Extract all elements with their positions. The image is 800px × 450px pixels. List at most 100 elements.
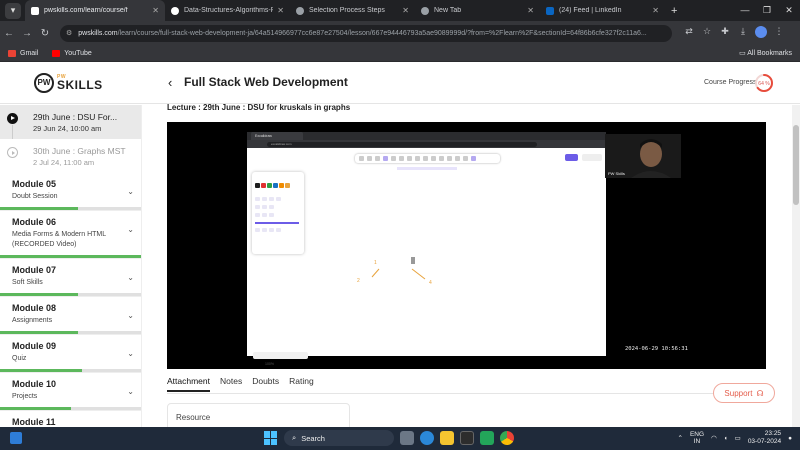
bookmark-youtube[interactable]: YouTube: [52, 49, 92, 57]
edge-icon[interactable]: [420, 431, 434, 445]
app-icon[interactable]: [480, 431, 494, 445]
inner-url: excalidraw.com: [267, 141, 537, 147]
bookmarks-bar: Gmail YouTube ▭ All Bookmarks: [0, 45, 800, 62]
module-title: Module 10: [12, 379, 57, 389]
tab-notes[interactable]: Notes: [220, 376, 242, 392]
module-item[interactable]: Module 08 Assignments ⌄: [0, 297, 141, 335]
battery-icon[interactable]: ▭: [735, 434, 741, 442]
translate-icon[interactable]: ⇄: [680, 26, 698, 40]
notification-bell-icon[interactable]: ●: [788, 435, 792, 442]
whiteboard-properties-panel: [252, 172, 304, 254]
all-bookmarks-button[interactable]: ▭ All Bookmarks: [739, 49, 792, 57]
chrome-icon[interactable]: [500, 431, 514, 445]
lesson-date: 2 Jul 24, 11:00 am: [33, 158, 95, 167]
minimize-icon[interactable]: —: [734, 0, 756, 21]
course-sidebar: 29th June : DSU For... 29 Jun 24, 10:00 …: [0, 105, 142, 427]
whiteboard-share-button: [565, 154, 578, 161]
module-item[interactable]: Module 05 Doubt Session ⌄: [0, 173, 141, 211]
extensions-icon[interactable]: ✚: [716, 26, 734, 40]
lang-top: ENG: [689, 431, 705, 438]
resource-label: Resource: [176, 413, 211, 422]
lesson-item-current[interactable]: 29th June : DSU For... 29 Jun 24, 10:00 …: [0, 105, 141, 139]
chevron-down-icon[interactable]: ⌄: [127, 387, 134, 396]
browser-tab-1[interactable]: Data-Structures-Algorithms-Pr ✕: [165, 0, 290, 21]
window-controls: — ❐ ✕: [734, 0, 800, 21]
taskbar-search[interactable]: ⌕ Search: [284, 430, 394, 446]
site-info-icon[interactable]: ⚙: [66, 29, 72, 37]
browser-tab-3[interactable]: New Tab ✕: [415, 0, 540, 21]
chevron-down-icon[interactable]: ⌄: [127, 225, 134, 234]
profile-avatar-icon[interactable]: [752, 26, 770, 40]
course-title: Full Stack Web Development: [184, 75, 348, 89]
browser-tab-4[interactable]: (24) Feed | LinkedIn ✕: [540, 0, 665, 21]
close-icon[interactable]: ✕: [652, 6, 659, 15]
bookmark-gmail[interactable]: Gmail: [8, 49, 38, 57]
course-progress-label: Course Progress: [704, 79, 757, 86]
chevron-up-icon[interactable]: ⌃: [678, 434, 683, 442]
video-player[interactable]: Excalidraw excalidraw.com 1 2 4 100% PW …: [167, 122, 766, 369]
menu-kebab-icon[interactable]: ⋮: [770, 26, 788, 40]
bookmark-star-icon[interactable]: ☆: [698, 26, 716, 40]
inner-tab-title: Excalidraw: [251, 132, 303, 140]
chevron-down-icon[interactable]: ⌄: [127, 273, 134, 282]
support-button[interactable]: Support ☊: [713, 383, 775, 403]
page-scrollbar[interactable]: [792, 105, 800, 427]
back-chevron-icon[interactable]: ‹: [168, 75, 172, 90]
browser-tab-2[interactable]: Selection Process Steps ✕: [290, 0, 415, 21]
resource-box: Resource: [167, 403, 350, 427]
module-item[interactable]: Module 10 Projects ⌄: [0, 373, 141, 411]
module-item[interactable]: Module 06 Media Forms & Modern HTML (RECO…: [0, 211, 141, 259]
clock-date: 03-07-2024: [747, 438, 782, 445]
language-indicator[interactable]: ENG IN: [690, 431, 704, 445]
scrollbar-thumb[interactable]: [793, 125, 799, 205]
close-icon[interactable]: ✕: [152, 6, 159, 15]
download-icon[interactable]: ⤓: [734, 26, 752, 40]
module-item[interactable]: Module 09 Quiz ⌄: [0, 335, 141, 373]
logo-main-text: SKILLS: [57, 77, 103, 92]
tab-attachment[interactable]: Attachment: [167, 376, 210, 392]
windows-start-icon[interactable]: [264, 431, 278, 445]
browser-tab-bar: ▾ pwskills.com/learn/course/f ✕ Data-Str…: [0, 0, 800, 21]
chevron-down-icon[interactable]: ⌄: [127, 187, 134, 196]
chevron-down-icon[interactable]: ⌄: [127, 349, 134, 358]
close-icon[interactable]: ✕: [277, 6, 284, 15]
pwskills-logo[interactable]: PW PW SKILLS: [34, 72, 103, 93]
lesson-item-next[interactable]: 30th June : Graphs MST 2 Jul 24, 11:00 a…: [0, 139, 141, 173]
youtube-icon: [52, 49, 61, 57]
course-page: PW PW SKILLS ‹ Full Stack Web Developmen…: [0, 62, 800, 427]
module-title: Module 05: [12, 179, 57, 189]
close-window-icon[interactable]: ✕: [778, 0, 800, 21]
task-view-icon[interactable]: [400, 431, 414, 445]
lecture-title: Lecture : 29th June : DSU for kruskals i…: [167, 103, 351, 112]
gmail-icon: [8, 49, 16, 57]
tab-doubts[interactable]: Doubts: [252, 376, 279, 392]
tab-title: (24) Feed | LinkedIn: [559, 7, 622, 14]
module-title: Module 06: [12, 217, 57, 227]
taskbar-clock[interactable]: 23:25 03-07-2024: [748, 430, 781, 446]
browser-tab-0[interactable]: pwskills.com/learn/course/f ✕: [25, 0, 165, 21]
close-icon[interactable]: ✕: [527, 6, 534, 15]
tab-rating[interactable]: Rating: [289, 376, 314, 392]
module-item[interactable]: Module 07 Soft Skills ⌄: [0, 259, 141, 297]
reload-icon[interactable]: ↻: [36, 28, 54, 39]
widgets-icon[interactable]: [10, 432, 22, 444]
restore-icon[interactable]: ❐: [756, 0, 778, 21]
forward-arrow-icon[interactable]: →: [18, 28, 36, 39]
tab-search-icon[interactable]: ▾: [5, 2, 21, 19]
back-arrow-icon[interactable]: ←: [0, 28, 18, 39]
module-item[interactable]: Module 11⌄: [0, 411, 141, 427]
file-explorer-icon[interactable]: [440, 431, 454, 445]
chevron-down-icon[interactable]: ⌄: [127, 311, 134, 320]
terminal-icon[interactable]: [460, 431, 474, 445]
module-progress-bar: [0, 293, 141, 296]
module-progress-bar: [0, 407, 141, 410]
new-tab-plus-icon[interactable]: +: [671, 5, 677, 17]
volume-icon[interactable]: ◖: [724, 435, 728, 442]
lesson-date: 29 Jun 24, 10:00 am: [33, 124, 102, 133]
taskbar-search-label: Search: [301, 433, 325, 443]
url-omnibox[interactable]: ⚙ pwskills.com/learn/course/full-stack-w…: [60, 24, 672, 42]
close-icon[interactable]: ✕: [402, 6, 409, 15]
wifi-icon[interactable]: ◠: [711, 434, 717, 442]
course-progress-ring: 64 %: [755, 74, 773, 92]
module-progress-bar: [0, 207, 141, 210]
